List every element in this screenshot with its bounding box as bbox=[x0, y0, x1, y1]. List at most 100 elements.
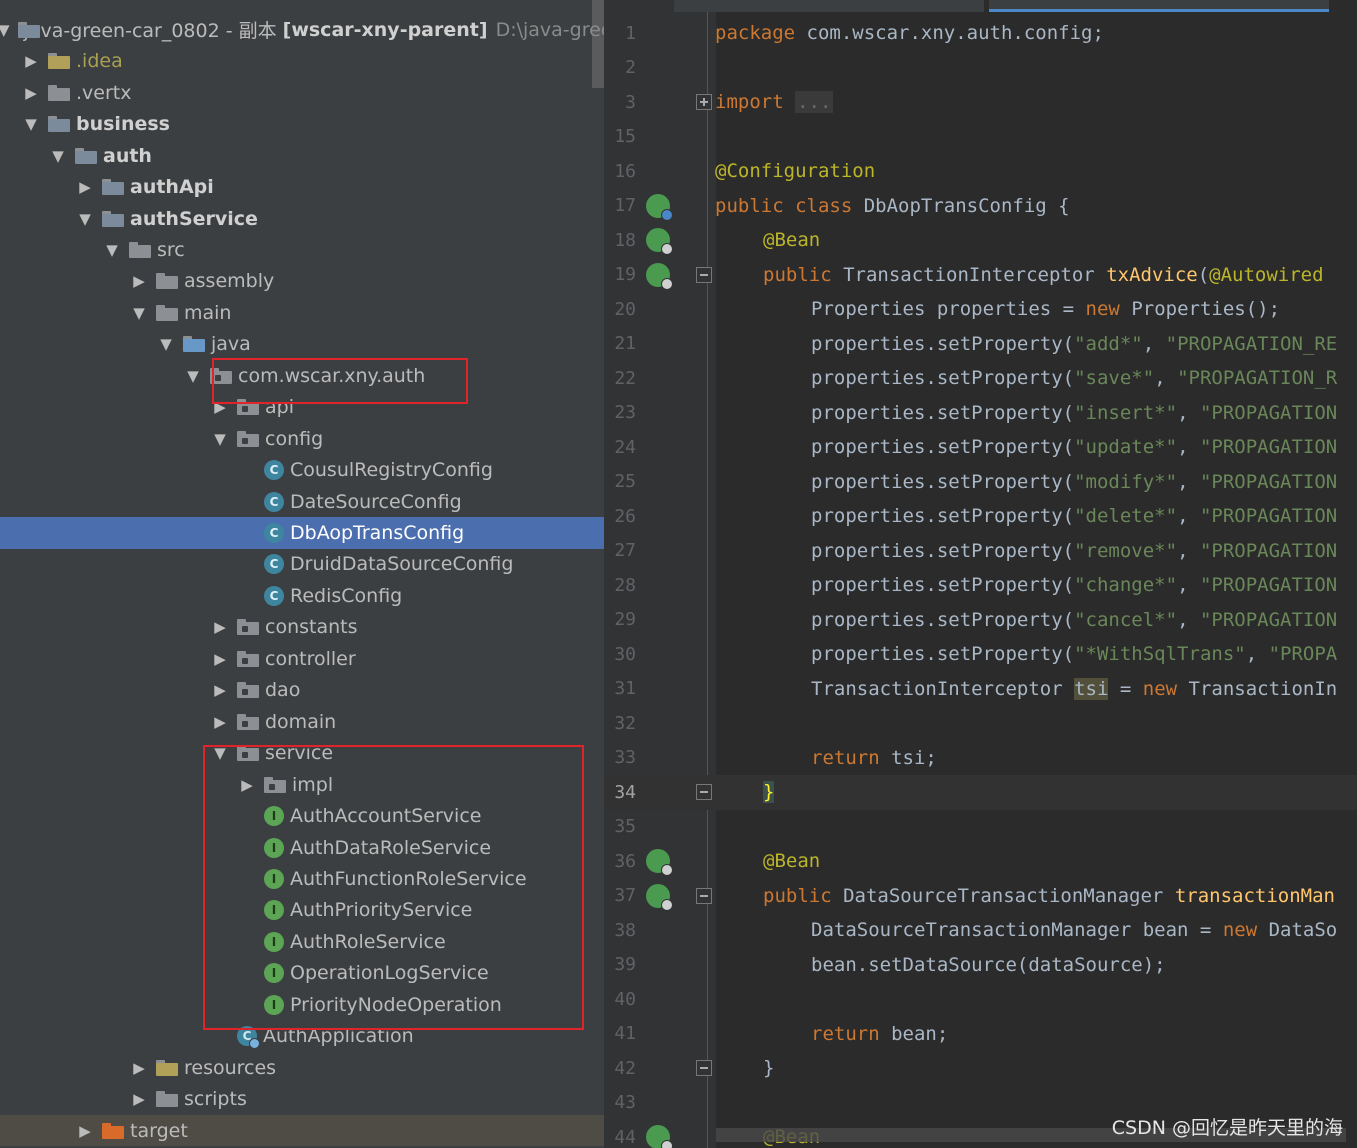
tree-item-vertx[interactable]: ▶ .vertx bbox=[0, 77, 604, 109]
expand-arrow-icon[interactable]: ▶ bbox=[76, 178, 94, 196]
tree-item-idea[interactable]: ▶ .idea bbox=[0, 46, 604, 78]
tree-item-controller[interactable]: ▶ controller bbox=[0, 643, 604, 675]
collapse-fold-icon[interactable] bbox=[696, 1060, 712, 1076]
spring-bean-method-icon[interactable] bbox=[646, 262, 673, 290]
code-line[interactable]: 36 @Bean bbox=[604, 844, 1357, 879]
expand-arrow-icon[interactable]: ▶ bbox=[76, 1122, 94, 1140]
code-line[interactable]: 27 properties.setProperty("remove*", "PRO… bbox=[604, 534, 1357, 569]
spring-bean-method-icon[interactable] bbox=[646, 883, 673, 911]
code-line[interactable]: 23 properties.setProperty("insert*", "PRO… bbox=[604, 396, 1357, 431]
collapse-arrow-icon[interactable]: ▼ bbox=[211, 430, 229, 448]
class-icon: C bbox=[264, 554, 284, 575]
collapse-arrow-icon[interactable]: ▼ bbox=[130, 304, 148, 322]
code-line[interactable]: 28 properties.setProperty("change*", "PRO… bbox=[604, 568, 1357, 603]
collapse-arrow-icon[interactable]: ▼ bbox=[22, 115, 40, 133]
code-line[interactable]: 32 bbox=[604, 706, 1357, 741]
expand-fold-icon[interactable] bbox=[696, 94, 712, 110]
code-line[interactable]: 3 import ... bbox=[604, 85, 1357, 120]
collapse-fold-icon[interactable] bbox=[696, 266, 712, 283]
code-text: properties.setProperty("*WithSqlTrans", … bbox=[715, 643, 1337, 665]
code-token: "change*" bbox=[1074, 574, 1178, 597]
expand-arrow-icon[interactable]: ▶ bbox=[130, 1090, 148, 1108]
class-icon: C bbox=[264, 460, 284, 481]
tree-item-java[interactable]: ▼ java bbox=[0, 329, 604, 361]
expand-arrow-icon[interactable]: ▶ bbox=[211, 618, 229, 636]
code-line[interactable]: 18 @Bean bbox=[604, 223, 1357, 258]
class-icon: C bbox=[264, 491, 284, 512]
spring-bean-method-icon[interactable] bbox=[646, 849, 673, 876]
code-editor[interactable]: 1 package com.wscar.xny.auth.config; 2 3 imp… bbox=[604, 0, 1357, 1148]
code-line[interactable]: 42} bbox=[604, 1051, 1357, 1086]
code-line[interactable]: 16 @Configuration bbox=[604, 154, 1357, 189]
code-line[interactable]: 19 public TransactionInterceptor txAdvice… bbox=[604, 258, 1357, 293]
expand-arrow-icon[interactable]: ▶ bbox=[130, 1059, 148, 1077]
code-line[interactable]: 39 bean.setDataSource(dataSource); bbox=[604, 948, 1357, 983]
code-line[interactable]: 31 TransactionInterceptor tsi = new Trans… bbox=[604, 672, 1357, 707]
code-text: properties.setProperty("delete*", "PROPA… bbox=[715, 505, 1337, 527]
code-line[interactable]: 35 bbox=[604, 810, 1357, 845]
tree-item-business[interactable]: ▼ business bbox=[0, 108, 604, 140]
tree-item-main[interactable]: ▼ main bbox=[0, 297, 604, 329]
tree-item-constants[interactable]: ▶ constants bbox=[0, 612, 604, 644]
tree-item-druiddatasourceconfig[interactable]: ▶CDruidDataSourceConfig bbox=[0, 549, 604, 581]
editor-tab-druid[interactable] bbox=[674, 0, 984, 12]
code-line[interactable]: 1 package com.wscar.xny.auth.config; bbox=[604, 16, 1357, 51]
code-line[interactable]: 22 properties.setProperty("save*", "PROPA… bbox=[604, 361, 1357, 396]
code-line[interactable]: 26 properties.setProperty("delete*", "PRO… bbox=[604, 499, 1357, 534]
code-line[interactable]: 21 properties.setProperty("add*", "PROPAG… bbox=[604, 327, 1357, 362]
code-line[interactable]: 33 return tsi; bbox=[604, 741, 1357, 776]
expand-arrow-icon[interactable]: ▶ bbox=[211, 650, 229, 668]
expand-arrow-icon[interactable]: ▶ bbox=[130, 272, 148, 290]
tree-item-redisconfig[interactable]: ▶CRedisConfig bbox=[0, 580, 604, 612]
collapse-arrow-icon[interactable]: ▼ bbox=[103, 241, 121, 259]
collapse-fold-icon[interactable] bbox=[696, 784, 712, 800]
code-text: @Bean bbox=[715, 229, 820, 251]
code-line[interactable]: 38 DataSourceTransactionManager bean = ne… bbox=[604, 913, 1357, 948]
code-line[interactable]: 29 properties.setProperty("cancel*", "PRO… bbox=[604, 603, 1357, 638]
spring-bean-method-icon[interactable] bbox=[646, 1125, 673, 1148]
collapse-arrow-icon[interactable]: ▼ bbox=[184, 367, 202, 385]
tree-item-config[interactable]: ▼ config bbox=[0, 423, 604, 455]
code-text: properties.setProperty("add*", "PROPAGAT… bbox=[715, 333, 1337, 355]
code-token: = bbox=[1108, 677, 1143, 700]
expand-arrow-icon[interactable]: ▶ bbox=[22, 52, 40, 70]
code-line[interactable]: 40 bbox=[604, 982, 1357, 1017]
tree-item-authapi[interactable]: ▶ authApi bbox=[0, 171, 604, 203]
spring-bean-method-icon[interactable] bbox=[646, 228, 673, 255]
collapse-arrow-icon[interactable]: ▼ bbox=[49, 147, 67, 165]
tree-item-authservice[interactable]: ▼ authService bbox=[0, 203, 604, 235]
expand-arrow-icon[interactable]: ▶ bbox=[22, 84, 40, 102]
line-number: 33 bbox=[614, 747, 636, 769]
code-line[interactable]: 24 properties.setProperty("update*", "PRO… bbox=[604, 430, 1357, 465]
collapse-arrow-icon[interactable]: ▼ bbox=[157, 335, 175, 353]
expand-arrow-icon[interactable]: ▶ bbox=[211, 713, 229, 731]
code-token: "PROPAGATION bbox=[1199, 574, 1338, 597]
tree-item-dbaoptransconfig[interactable]: ▶CDbAopTransConfig bbox=[0, 517, 604, 549]
code-line[interactable]: 30 properties.setProperty("*WithSqlTrans"… bbox=[604, 637, 1357, 672]
tree-item-cousulregistryconfig[interactable]: ▶CCousulRegistryConfig bbox=[0, 454, 604, 486]
code-line[interactable]: 25 properties.setProperty("modify*", "PRO… bbox=[604, 465, 1357, 500]
code-line[interactable]: 2 bbox=[604, 51, 1357, 86]
code-line[interactable]: 34} bbox=[604, 775, 1357, 810]
tree-item-resources[interactable]: ▶ resources bbox=[0, 1052, 604, 1084]
tree-item-datesourceconfig[interactable]: ▶CDateSourceConfig bbox=[0, 486, 604, 518]
collapse-arrow-icon[interactable]: ▼ bbox=[76, 210, 94, 228]
code-line[interactable]: 41 return bean; bbox=[604, 1017, 1357, 1052]
tree-item-scripts[interactable]: ▶ scripts bbox=[0, 1083, 604, 1115]
spring-bean-class-icon[interactable] bbox=[646, 193, 673, 221]
code-line[interactable]: 20 Properties properties = new Properties… bbox=[604, 292, 1357, 327]
code-line[interactable]: 37 public DataSourceTransactionManager tr… bbox=[604, 879, 1357, 914]
tree-item-target[interactable]: ▶ target bbox=[0, 1114, 604, 1147]
code-line[interactable]: 17 public class DbAopTransConfig { bbox=[604, 189, 1357, 224]
tree-item-dao[interactable]: ▶ dao bbox=[0, 675, 604, 707]
tree-root-row[interactable]: ▼ java-green-car_0802 - 副本 [wscar-xny-pa… bbox=[0, 14, 604, 46]
tree-item-domain[interactable]: ▶ domain bbox=[0, 706, 604, 738]
expand-arrow-icon[interactable]: ▼ bbox=[0, 21, 10, 39]
editor-tab-active[interactable] bbox=[989, 0, 1329, 12]
tree-item-src[interactable]: ▼ src bbox=[0, 234, 604, 266]
code-line[interactable]: 15 bbox=[604, 120, 1357, 155]
collapse-fold-icon[interactable] bbox=[696, 887, 712, 904]
tree-item-auth[interactable]: ▼ auth bbox=[0, 140, 604, 172]
expand-arrow-icon[interactable]: ▶ bbox=[211, 681, 229, 699]
tree-item-assembly[interactable]: ▶ assembly bbox=[0, 266, 604, 298]
